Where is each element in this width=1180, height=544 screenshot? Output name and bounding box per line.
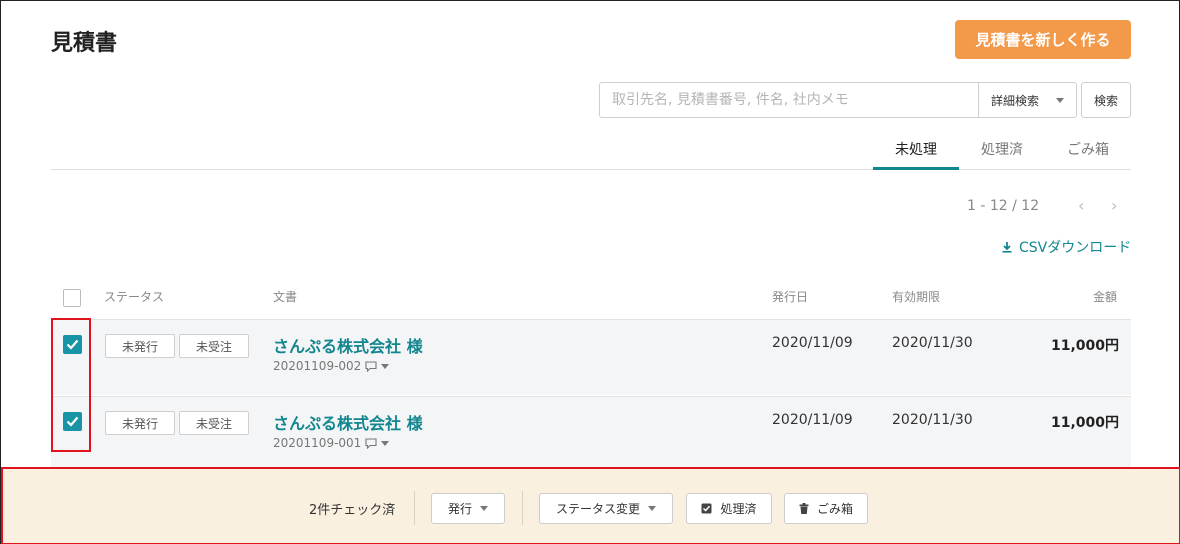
tabs-divider bbox=[51, 169, 1131, 170]
search-box: 詳細検索 bbox=[599, 82, 1077, 118]
mark-processed-button[interactable]: 処理済 bbox=[686, 493, 772, 524]
status-change-dropdown-button[interactable]: ステータス変更 bbox=[539, 493, 673, 524]
prev-page-icon[interactable]: ‹ bbox=[1078, 196, 1084, 215]
header-document: 文書 bbox=[273, 290, 298, 304]
divider bbox=[414, 491, 415, 525]
status-tag-unordered[interactable]: 未受注 bbox=[179, 334, 249, 358]
issue-date: 2020/11/09 bbox=[772, 412, 853, 428]
status-tag-unissued[interactable]: 未発行 bbox=[105, 334, 175, 358]
status-tag-unissued[interactable]: 未発行 bbox=[105, 411, 175, 435]
tab-processed[interactable]: 処理済 bbox=[959, 139, 1045, 159]
csv-download-link[interactable]: CSVダウンロード bbox=[1001, 237, 1131, 257]
divider bbox=[522, 491, 523, 525]
caret-down-icon[interactable] bbox=[381, 440, 390, 446]
status-tag-unordered[interactable]: 未受注 bbox=[179, 411, 249, 435]
amount: 11,000円 bbox=[1050, 338, 1119, 354]
search-input[interactable] bbox=[600, 83, 978, 117]
move-to-trash-button[interactable]: ごみ箱 bbox=[784, 493, 868, 524]
advanced-search-label: 詳細検索 bbox=[991, 93, 1040, 108]
document-number-text: 20201109-001 bbox=[273, 436, 362, 450]
caret-down-icon bbox=[648, 506, 656, 511]
caret-down-icon bbox=[1056, 97, 1064, 103]
caret-down-icon[interactable] bbox=[381, 363, 390, 369]
select-all-checkbox[interactable] bbox=[63, 289, 81, 307]
document-number: 20201109-001 bbox=[273, 436, 390, 450]
issue-date: 2020/11/09 bbox=[772, 335, 853, 351]
csv-download-label: CSVダウンロード bbox=[1019, 240, 1132, 256]
document-number: 20201109-002 bbox=[273, 359, 390, 373]
tab-unprocessed[interactable]: 未処理 bbox=[873, 139, 959, 159]
processed-label: 処理済 bbox=[720, 502, 757, 516]
checked-count: 2件チェック済 bbox=[309, 503, 396, 518]
expiry-date: 2020/11/30 bbox=[892, 335, 973, 351]
search-button[interactable]: 検索 bbox=[1081, 82, 1131, 118]
comment-icon[interactable] bbox=[365, 360, 377, 372]
page-title: 見積書 bbox=[51, 31, 118, 56]
issue-label: 発行 bbox=[447, 502, 472, 516]
header-status: ステータス bbox=[104, 290, 165, 304]
issue-dropdown-button[interactable]: 発行 bbox=[431, 493, 505, 524]
next-page-icon[interactable]: › bbox=[1111, 196, 1117, 215]
client-name-link[interactable]: さんぷる株式会社 様 bbox=[273, 410, 423, 434]
expiry-date: 2020/11/30 bbox=[892, 412, 973, 428]
header-expiry: 有効期限 bbox=[892, 290, 941, 304]
document-number-text: 20201109-002 bbox=[273, 359, 362, 373]
checkbox-icon bbox=[701, 503, 712, 514]
download-icon bbox=[1002, 242, 1012, 253]
client-name-link[interactable]: さんぷる株式会社 様 bbox=[273, 333, 423, 357]
header-issue-date: 発行日 bbox=[772, 290, 809, 304]
checkbox-highlight bbox=[51, 318, 91, 452]
tab-trash[interactable]: ごみ箱 bbox=[1045, 139, 1131, 159]
trash-label: ごみ箱 bbox=[816, 502, 853, 516]
pagination-range: 1 - 12 / 12 bbox=[967, 198, 1040, 214]
trash-icon bbox=[799, 503, 809, 514]
amount: 11,000円 bbox=[1050, 415, 1119, 431]
caret-down-icon bbox=[480, 506, 488, 511]
active-tab-indicator bbox=[873, 167, 959, 170]
advanced-search-dropdown[interactable]: 詳細検索 bbox=[978, 83, 1076, 117]
header-amount: 金額 bbox=[1093, 290, 1118, 304]
status-change-label: ステータス変更 bbox=[555, 502, 640, 516]
comment-icon[interactable] bbox=[365, 437, 377, 449]
new-estimate-button[interactable]: 見積書を新しく作る bbox=[955, 20, 1131, 59]
